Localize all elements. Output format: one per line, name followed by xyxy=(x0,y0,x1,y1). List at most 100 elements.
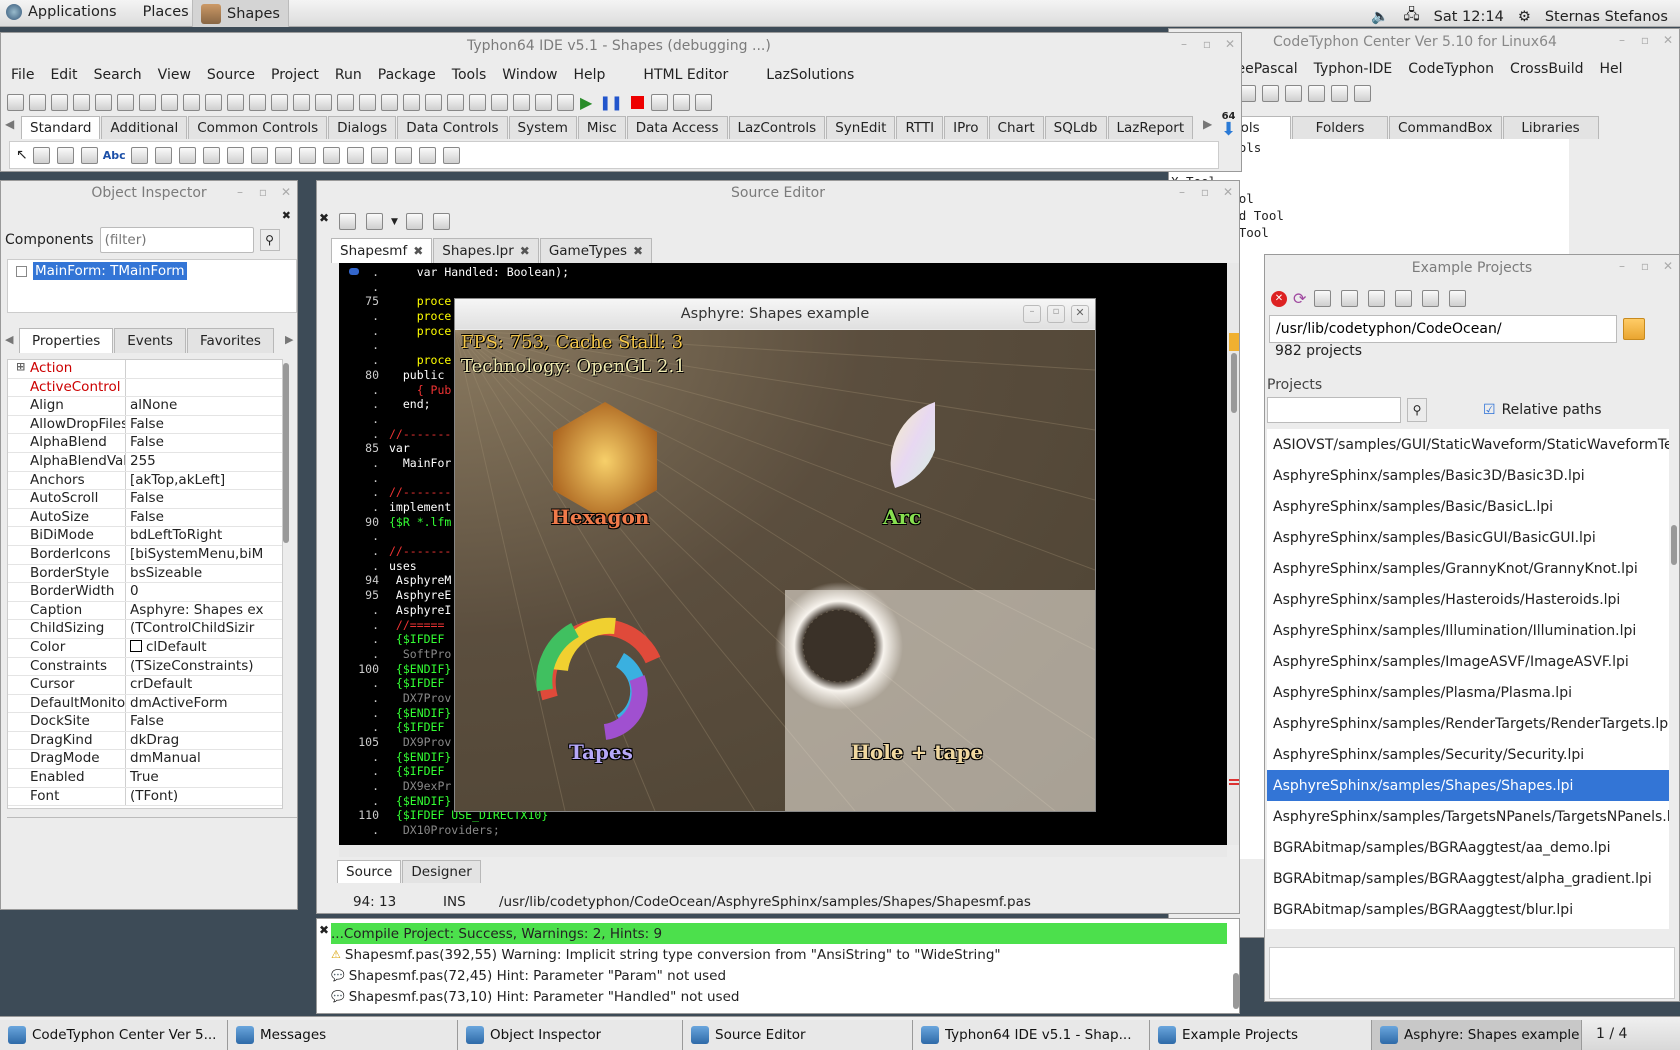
property-row[interactable]: DockSite False xyxy=(8,713,282,732)
property-row[interactable]: DragMode dmManual xyxy=(8,750,282,770)
windows-icon[interactable] xyxy=(403,94,420,111)
property-value[interactable]: 255 xyxy=(126,453,282,471)
folder-icon[interactable] xyxy=(1623,318,1645,340)
mainmenu-icon[interactable] xyxy=(32,146,50,164)
property-row[interactable]: ActiveControl xyxy=(8,378,282,398)
project-item[interactable]: BGRAbitmap/samples/BGRAaggtest/alpha_gra… xyxy=(1267,863,1669,894)
clock[interactable]: Sat 12:14 xyxy=(1434,9,1504,25)
close-icon[interactable]: ✕ xyxy=(1223,37,1237,51)
property-value[interactable]: bsSizeable xyxy=(126,565,282,583)
close-tab-icon[interactable]: ✖ xyxy=(520,244,530,258)
palette-tab-rtti[interactable]: RTTI xyxy=(896,116,944,139)
step-over-icon[interactable] xyxy=(672,94,690,111)
editor-vscrollbar[interactable] xyxy=(1227,263,1239,845)
editor-vscroll-thumb[interactable] xyxy=(1231,353,1237,413)
combobox-icon[interactable] xyxy=(274,146,292,164)
save-project-icon[interactable] xyxy=(183,94,200,111)
message-line[interactable]: 💬 Shapesmf.pas(72,45) Hint: Parameter "Pa… xyxy=(331,965,1227,986)
menu-item-run[interactable]: Run xyxy=(327,67,370,83)
replace-icon[interactable] xyxy=(447,94,464,111)
project-item[interactable]: AsphyreSphinx/samples/BasicGUI/BasicGUI.… xyxy=(1267,522,1669,553)
property-value[interactable]: clDefault xyxy=(126,639,282,657)
property-value[interactable]: (TSizeConstraints) xyxy=(126,658,282,676)
menu-item-tools[interactable]: Tools xyxy=(444,67,495,83)
property-row[interactable]: AutoSize False xyxy=(8,508,282,528)
pointer-icon[interactable]: ↖ xyxy=(16,147,28,163)
property-row[interactable]: DragKind dkDrag xyxy=(8,731,282,751)
property-value[interactable]: True xyxy=(126,769,282,787)
pause-icon[interactable]: ❚❚ xyxy=(599,95,622,111)
center-menu-2[interactable]: Typhon-IDE xyxy=(1306,61,1401,77)
close-icon[interactable]: ✕ xyxy=(1221,185,1235,199)
minimize-icon[interactable]: – xyxy=(1175,185,1189,199)
property-row[interactable]: Enabled True xyxy=(8,769,282,788)
debug-icon[interactable] xyxy=(557,94,574,111)
package-icon[interactable] xyxy=(359,94,376,111)
checkgroup-icon[interactable] xyxy=(370,146,388,164)
tabs-right-arrow[interactable]: ▶ xyxy=(285,333,293,346)
close-icon[interactable]: ✕ xyxy=(279,185,293,199)
property-value[interactable]: False xyxy=(126,490,282,508)
menu-item-help[interactable]: Help xyxy=(566,67,614,83)
menu-item-file[interactable]: File xyxy=(3,67,42,83)
new-icon[interactable] xyxy=(7,94,24,111)
step-into-icon[interactable] xyxy=(650,94,668,111)
property-row[interactable]: BorderWidth 0 xyxy=(8,583,282,602)
project-item[interactable]: AsphyreSphinx/samples/RenderTargets/Rend… xyxy=(1267,708,1669,739)
property-row[interactable]: Constraints ⊞ (TSizeConstraints) xyxy=(8,360,282,677)
menu-item-project[interactable]: Project xyxy=(263,67,327,83)
taskbar-item[interactable]: Messages xyxy=(228,1020,458,1050)
taskbar-item[interactable]: Source Editor xyxy=(683,1020,913,1050)
taskbar-item[interactable]: Example Projects xyxy=(1150,1020,1372,1050)
user-menu[interactable]: Sternas Stefanos xyxy=(1545,9,1668,25)
path-field[interactable] xyxy=(1269,315,1617,343)
open-folder-icon[interactable] xyxy=(1422,290,1440,307)
menu-item-source[interactable]: Source xyxy=(199,67,263,83)
settings-icon[interactable] xyxy=(1262,85,1279,102)
back-icon[interactable] xyxy=(405,213,423,230)
filter-icon[interactable]: ⚲ xyxy=(1407,398,1427,422)
inspector-tab-properties[interactable]: Properties xyxy=(19,328,114,353)
property-value[interactable]: False xyxy=(126,509,282,527)
messages-scrollbar[interactable] xyxy=(1233,973,1239,1009)
projects-filter[interactable] xyxy=(1267,397,1401,423)
button-icon[interactable] xyxy=(80,146,98,164)
palette-tab-data-access[interactable]: Data Access xyxy=(626,116,728,139)
checkbox-icon[interactable] xyxy=(202,146,220,164)
palette-tab-synedit[interactable]: SynEdit xyxy=(826,116,896,139)
property-row[interactable]: Action xyxy=(8,360,282,379)
project-item[interactable]: AsphyreSphinx/samples/Shapes/Shapes.lpi xyxy=(1267,770,1669,801)
palette-tab-additional[interactable]: Additional xyxy=(101,116,188,139)
menu-item-window[interactable]: Window xyxy=(494,67,565,83)
gear-icon[interactable] xyxy=(535,94,552,111)
build-icon[interactable] xyxy=(469,94,486,111)
palette-tab-sqldb[interactable]: SQLdb xyxy=(1044,116,1107,139)
listbox-icon[interactable] xyxy=(250,146,268,164)
cpu32b-icon[interactable] xyxy=(1354,85,1371,102)
save-all-icon[interactable] xyxy=(139,94,156,111)
new-window-icon[interactable] xyxy=(51,94,68,111)
volume-icon[interactable]: 🔈 xyxy=(1371,8,1389,25)
editor-hscrollbar[interactable] xyxy=(339,845,1227,857)
palette-left-arrow[interactable]: ◀ xyxy=(5,117,14,131)
paste-icon[interactable] xyxy=(293,94,310,111)
maximize-icon[interactable]: ▫ xyxy=(1200,37,1214,51)
tool-icon[interactable] xyxy=(513,94,530,111)
editor-tab[interactable]: Shapesmf ✖ xyxy=(331,238,433,263)
palette-tab-dialogs[interactable]: Dialogs xyxy=(328,116,397,139)
menu-item-search[interactable]: Search xyxy=(86,67,150,83)
center-menu-4[interactable]: CrossBuild xyxy=(1502,61,1592,77)
palette-tab-data-controls[interactable]: Data Controls xyxy=(397,116,508,139)
stop-icon[interactable] xyxy=(630,96,644,109)
project-item[interactable]: BGRAbitmap/samples/BGRAaggtest/blur.lpi xyxy=(1267,894,1669,925)
property-row[interactable]: BorderIcons ⊞ [biSystemMenu,biM xyxy=(8,360,282,565)
menu-item-package[interactable]: Package xyxy=(370,67,444,83)
network-icon[interactable]: 🖧 xyxy=(1403,4,1419,29)
project-item[interactable]: ASIOVST/samples/GUI/StaticWaveform/Stati… xyxy=(1267,429,1669,460)
togglebox-icon[interactable] xyxy=(178,146,196,164)
forward-icon[interactable] xyxy=(432,213,450,230)
jump-icon[interactable] xyxy=(339,213,356,230)
palette-tab-system[interactable]: System xyxy=(508,116,577,139)
property-value[interactable]: bdLeftToRight xyxy=(126,527,282,545)
editor-close-icon[interactable]: ✖ xyxy=(319,211,329,225)
